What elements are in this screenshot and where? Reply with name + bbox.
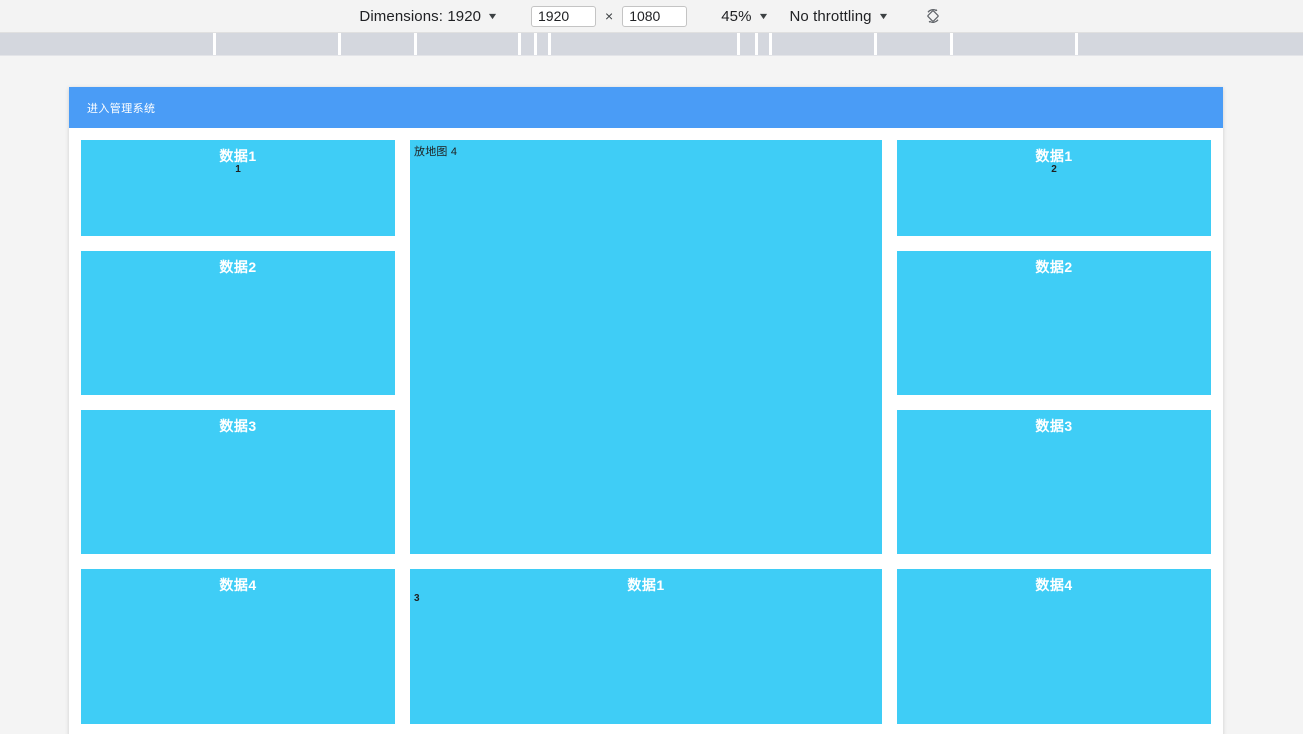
- panel-right-3[interactable]: 数据3: [897, 410, 1211, 554]
- dimensions-dropdown[interactable]: Dimensions: 1920 ▼: [359, 7, 499, 25]
- panel-center-bottom[interactable]: 数据1 3: [410, 569, 882, 724]
- panel-corner-value: 3: [414, 593, 420, 604]
- app-container: 进入管理系统 数据1 1 数据2 数据3 数据4 放地图 4 数据1 3 数据1…: [69, 87, 1223, 734]
- panel-title: 数据4: [219, 577, 257, 593]
- page-viewport: 进入管理系统 数据1 1 数据2 数据3 数据4 放地图 4 数据1 3 数据1…: [0, 56, 1303, 734]
- zoom-dropdown[interactable]: 45% ▼: [721, 7, 770, 25]
- panel-title: 数据2: [1035, 259, 1073, 275]
- height-input[interactable]: [622, 5, 688, 27]
- panel-title: 数据3: [1035, 418, 1073, 434]
- panel-right-4[interactable]: 数据4: [897, 569, 1211, 724]
- panel-left-2[interactable]: 数据2: [81, 251, 395, 395]
- panel-title: 数据1: [1035, 148, 1073, 164]
- toolbar-segment-5[interactable]: [521, 33, 534, 55]
- throttling-dropdown[interactable]: No throttling ▼: [789, 7, 890, 25]
- panel-title: 数据1: [219, 148, 257, 164]
- panel-left-1[interactable]: 数据1 1: [81, 140, 395, 236]
- toolbar-segment-4[interactable]: [417, 33, 518, 55]
- dashboard-grid: 数据1 1 数据2 数据3 数据4 放地图 4 数据1 3 数据1 2 数据2 …: [69, 128, 1223, 734]
- toolbar-segment-6[interactable]: [537, 33, 548, 55]
- panel-title: 数据1: [627, 577, 665, 593]
- toolbar-segment-1[interactable]: [0, 33, 213, 55]
- app-header: 进入管理系统: [69, 87, 1223, 128]
- panel-title: 数据3: [219, 418, 257, 434]
- panel-right-2[interactable]: 数据2: [897, 251, 1211, 395]
- toolbar-segment-11[interactable]: [877, 33, 950, 55]
- rotate-device-icon[interactable]: [922, 5, 944, 27]
- toolbar-segment-13[interactable]: [1078, 33, 1303, 55]
- panel-value: 2: [1051, 164, 1057, 175]
- toolbar-segment-9[interactable]: [758, 33, 769, 55]
- panel-right-1[interactable]: 数据1 2: [897, 140, 1211, 236]
- chevron-down-icon: ▼: [877, 11, 890, 21]
- toolbar-segment-8[interactable]: [740, 33, 755, 55]
- throttling-label: No throttling: [789, 7, 872, 25]
- width-input[interactable]: [531, 5, 597, 27]
- panel-map[interactable]: 放地图 4: [410, 140, 882, 554]
- toolbar-segment-2[interactable]: [216, 33, 338, 55]
- panel-left-4[interactable]: 数据4: [81, 569, 395, 724]
- map-placeholder-label: 放地图 4: [414, 146, 458, 158]
- chevron-down-icon: ▼: [486, 11, 499, 21]
- panel-left-3[interactable]: 数据3: [81, 410, 395, 554]
- panel-title: 数据2: [219, 259, 257, 275]
- panel-value: 1: [235, 164, 241, 175]
- page-title: 进入管理系统: [87, 102, 156, 115]
- device-toolbar: Dimensions: 1920 ▼ × 45% ▼ No throttling…: [0, 0, 1303, 33]
- dimension-separator: ×: [605, 8, 614, 24]
- toolbar-segment-7[interactable]: [551, 33, 737, 55]
- toolbar-placeholder-ribbon: [0, 33, 1303, 56]
- toolbar-segment-12[interactable]: [953, 33, 1075, 55]
- panel-title: 数据4: [1035, 577, 1073, 593]
- dimensions-label: Dimensions: 1920: [359, 7, 482, 25]
- toolbar-segment-3[interactable]: [341, 33, 414, 55]
- toolbar-segment-10[interactable]: [772, 33, 874, 55]
- zoom-label: 45%: [721, 7, 752, 25]
- chevron-down-icon: ▼: [756, 11, 770, 21]
